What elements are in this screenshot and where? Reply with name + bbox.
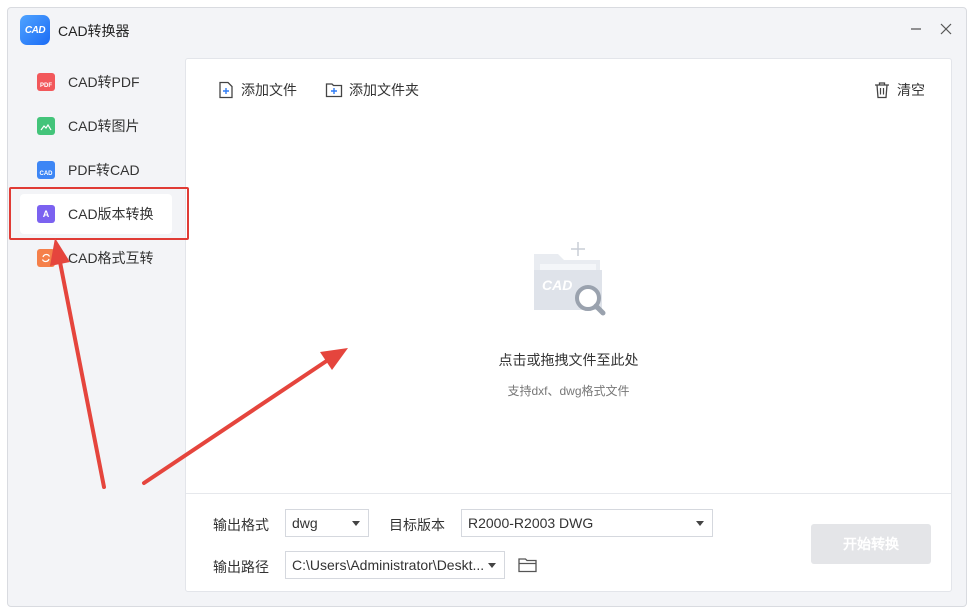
output-path-value: C:\Users\Administrator\Deskt... bbox=[292, 557, 485, 573]
folder-open-icon[interactable] bbox=[517, 554, 539, 576]
output-format-select[interactable]: dwg bbox=[285, 509, 369, 537]
trash-icon bbox=[875, 82, 889, 99]
app-logo: CAD bbox=[20, 15, 50, 45]
chevron-down-icon bbox=[488, 563, 496, 568]
chevron-down-icon bbox=[352, 521, 360, 526]
sidebar-item-cad-format-convert[interactable]: CAD格式互转 bbox=[20, 238, 172, 278]
output-format-value: dwg bbox=[292, 515, 318, 531]
clear-button[interactable]: 清空 bbox=[873, 80, 925, 100]
sidebar-item-cad-to-image[interactable]: CAD转图片 bbox=[20, 106, 172, 146]
add-file-icon bbox=[219, 81, 233, 99]
target-version-value: R2000-R2003 DWG bbox=[468, 515, 594, 531]
app-title: CAD转换器 bbox=[58, 23, 130, 39]
drop-zone-title: 点击或拖拽文件至此处 bbox=[498, 352, 639, 368]
add-folder-label: 添加文件夹 bbox=[349, 82, 419, 98]
sidebar-item-cad-to-pdf[interactable]: PDF CAD转PDF bbox=[20, 62, 172, 102]
target-version-label: 目标版本 bbox=[389, 517, 445, 533]
sidebar-item-label: CAD格式互转 bbox=[68, 250, 154, 266]
minimize-icon[interactable] bbox=[906, 19, 926, 39]
highlight-annotation-box bbox=[9, 187, 189, 240]
sidebar: PDF CAD转PDF CAD转图片 CAD PDF转CAD A CAD版本转换… bbox=[8, 56, 184, 606]
chevron-down-icon bbox=[696, 521, 704, 526]
title-bar: CAD CAD转换器 bbox=[8, 8, 966, 52]
image-file-icon bbox=[37, 117, 55, 135]
sidebar-item-label: CAD转图片 bbox=[68, 118, 140, 134]
illustration-text: CAD bbox=[542, 277, 572, 293]
main-panel: 添加文件 添加文件夹 清空 CAD 点击或拖拽文件至此处 支持dxf、dwg格式… bbox=[185, 58, 952, 592]
add-file-label: 添加文件 bbox=[241, 82, 297, 98]
cad-file-icon: CAD bbox=[37, 161, 55, 179]
file-drop-zone[interactable]: CAD 点击或拖拽文件至此处 支持dxf、dwg格式文件 bbox=[186, 114, 951, 494]
close-icon[interactable] bbox=[936, 19, 956, 39]
target-version-select[interactable]: R2000-R2003 DWG bbox=[461, 509, 713, 537]
format-convert-icon bbox=[37, 249, 55, 267]
drop-zone-subtitle: 支持dxf、dwg格式文件 bbox=[507, 384, 630, 398]
add-file-button[interactable]: 添加文件 bbox=[217, 80, 297, 100]
add-folder-button[interactable]: 添加文件夹 bbox=[325, 80, 419, 100]
app-window: CAD CAD转换器 PDF CAD转PDF CAD转图片 CAD PDF转CA… bbox=[7, 7, 967, 607]
start-convert-button[interactable]: 开始转换 bbox=[811, 524, 931, 564]
sidebar-item-label: CAD转PDF bbox=[68, 74, 140, 90]
output-path-select[interactable]: C:\Users\Administrator\Deskt... bbox=[285, 551, 505, 579]
clear-label: 清空 bbox=[897, 82, 925, 98]
output-path-label: 输出路径 bbox=[213, 559, 269, 575]
output-format-label: 输出格式 bbox=[213, 517, 269, 533]
settings-bar: 输出格式 dwg 目标版本 R2000-R2003 DWG 输出路径 C:\Us… bbox=[186, 493, 951, 593]
sidebar-item-label: PDF转CAD bbox=[68, 162, 140, 178]
sidebar-item-pdf-to-cad[interactable]: CAD PDF转CAD bbox=[20, 150, 172, 190]
add-folder-icon bbox=[325, 83, 343, 98]
pdf-file-icon: PDF bbox=[37, 73, 55, 91]
empty-folder-illustration-icon: CAD bbox=[534, 242, 606, 316]
